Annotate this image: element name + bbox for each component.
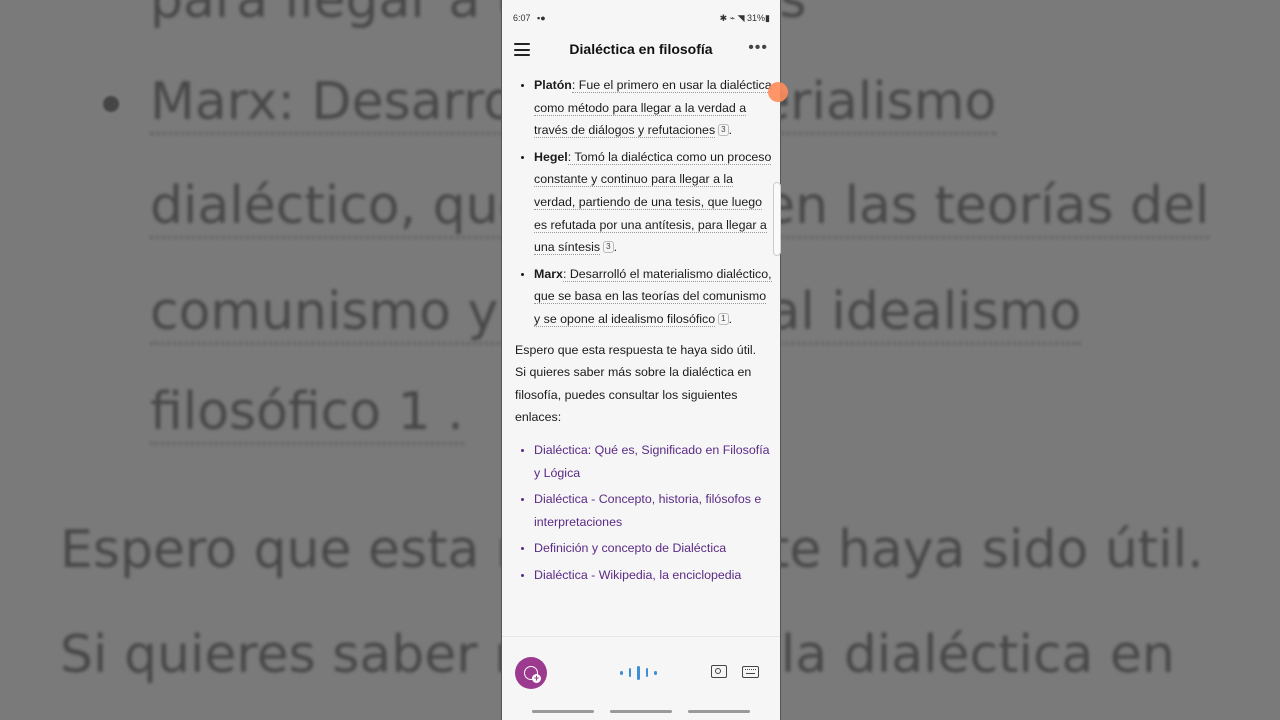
term: Platón	[534, 78, 572, 92]
term: Marx	[534, 266, 563, 281]
nav-home-button[interactable]	[610, 710, 672, 713]
bg-bullet	[103, 96, 119, 112]
scroll-handle[interactable]	[773, 182, 781, 256]
chat-response: Platón: Fue el primero en usar la dialéc…	[502, 70, 780, 636]
link-list: Dialéctica: Qué es, Significado en Filos…	[502, 439, 780, 587]
status-bar: 6:07 ▪● ✱ ⌁ ◥ 31%▮	[502, 0, 780, 36]
system-nav-bar	[502, 706, 780, 720]
floating-bubble[interactable]	[768, 82, 788, 102]
battery-level: 31%	[747, 13, 766, 23]
page-title: Dialéctica en filosofía	[569, 41, 713, 57]
keyboard-icon[interactable]	[742, 666, 759, 678]
citation-badge[interactable]: 3	[718, 124, 729, 137]
list-item: Hegel: Tomó la dialéctica como un proces…	[534, 146, 772, 259]
bg-line: filosófico 1 .	[150, 382, 464, 445]
citation-badge[interactable]: 1	[718, 312, 729, 325]
phone-screen: 6:07 ▪● ✱ ⌁ ◥ 31%▮ Dialéctica en filosof…	[501, 0, 781, 720]
plus-icon: +	[532, 673, 541, 683]
term: Hegel	[534, 149, 568, 164]
reference-link[interactable]: Dialéctica: Qué es, Significado en Filos…	[534, 439, 772, 484]
list-item: Marx: Desarrolló el materialismo dialéct…	[534, 263, 772, 331]
status-signal-icons: ✱ ⌁ ◥	[719, 13, 748, 23]
citation-badge[interactable]: 3	[603, 241, 614, 254]
more-options-icon[interactable]: •••	[748, 39, 768, 57]
input-bar: +	[502, 636, 780, 707]
status-time: 6:07	[513, 13, 531, 23]
bullet-text: : Tomó la dialéctica como un proceso con…	[534, 149, 772, 256]
bullet-text: : Desarrolló el materialismo dialéctico,…	[534, 266, 772, 327]
status-right: ✱ ⌁ ◥ 31%▮	[720, 13, 770, 24]
app-bar: Dialéctica en filosofía •••	[502, 36, 780, 64]
status-notification-icons: ▪●	[537, 13, 546, 23]
voice-input-icon[interactable]	[620, 664, 663, 680]
battery-icon: ▮	[765, 13, 770, 23]
nav-recent-button[interactable]	[532, 710, 594, 713]
reference-link[interactable]: Definición y concepto de Dialéctica	[534, 537, 772, 560]
new-topic-button[interactable]: +	[515, 657, 547, 689]
closing-paragraph: Espero que esta respuesta te haya sido ú…	[515, 342, 757, 425]
list-item: Platón: Fue el primero en usar la dialéc…	[534, 74, 772, 142]
philosopher-list: Platón: Fue el primero en usar la dialéc…	[502, 74, 780, 331]
reference-link[interactable]: Dialéctica - Wikipedia, la enciclopedia	[534, 564, 772, 587]
reference-link[interactable]: Dialéctica - Concepto, historia, filósof…	[534, 488, 772, 533]
nav-back-button[interactable]	[688, 710, 750, 713]
camera-icon[interactable]	[711, 665, 727, 678]
